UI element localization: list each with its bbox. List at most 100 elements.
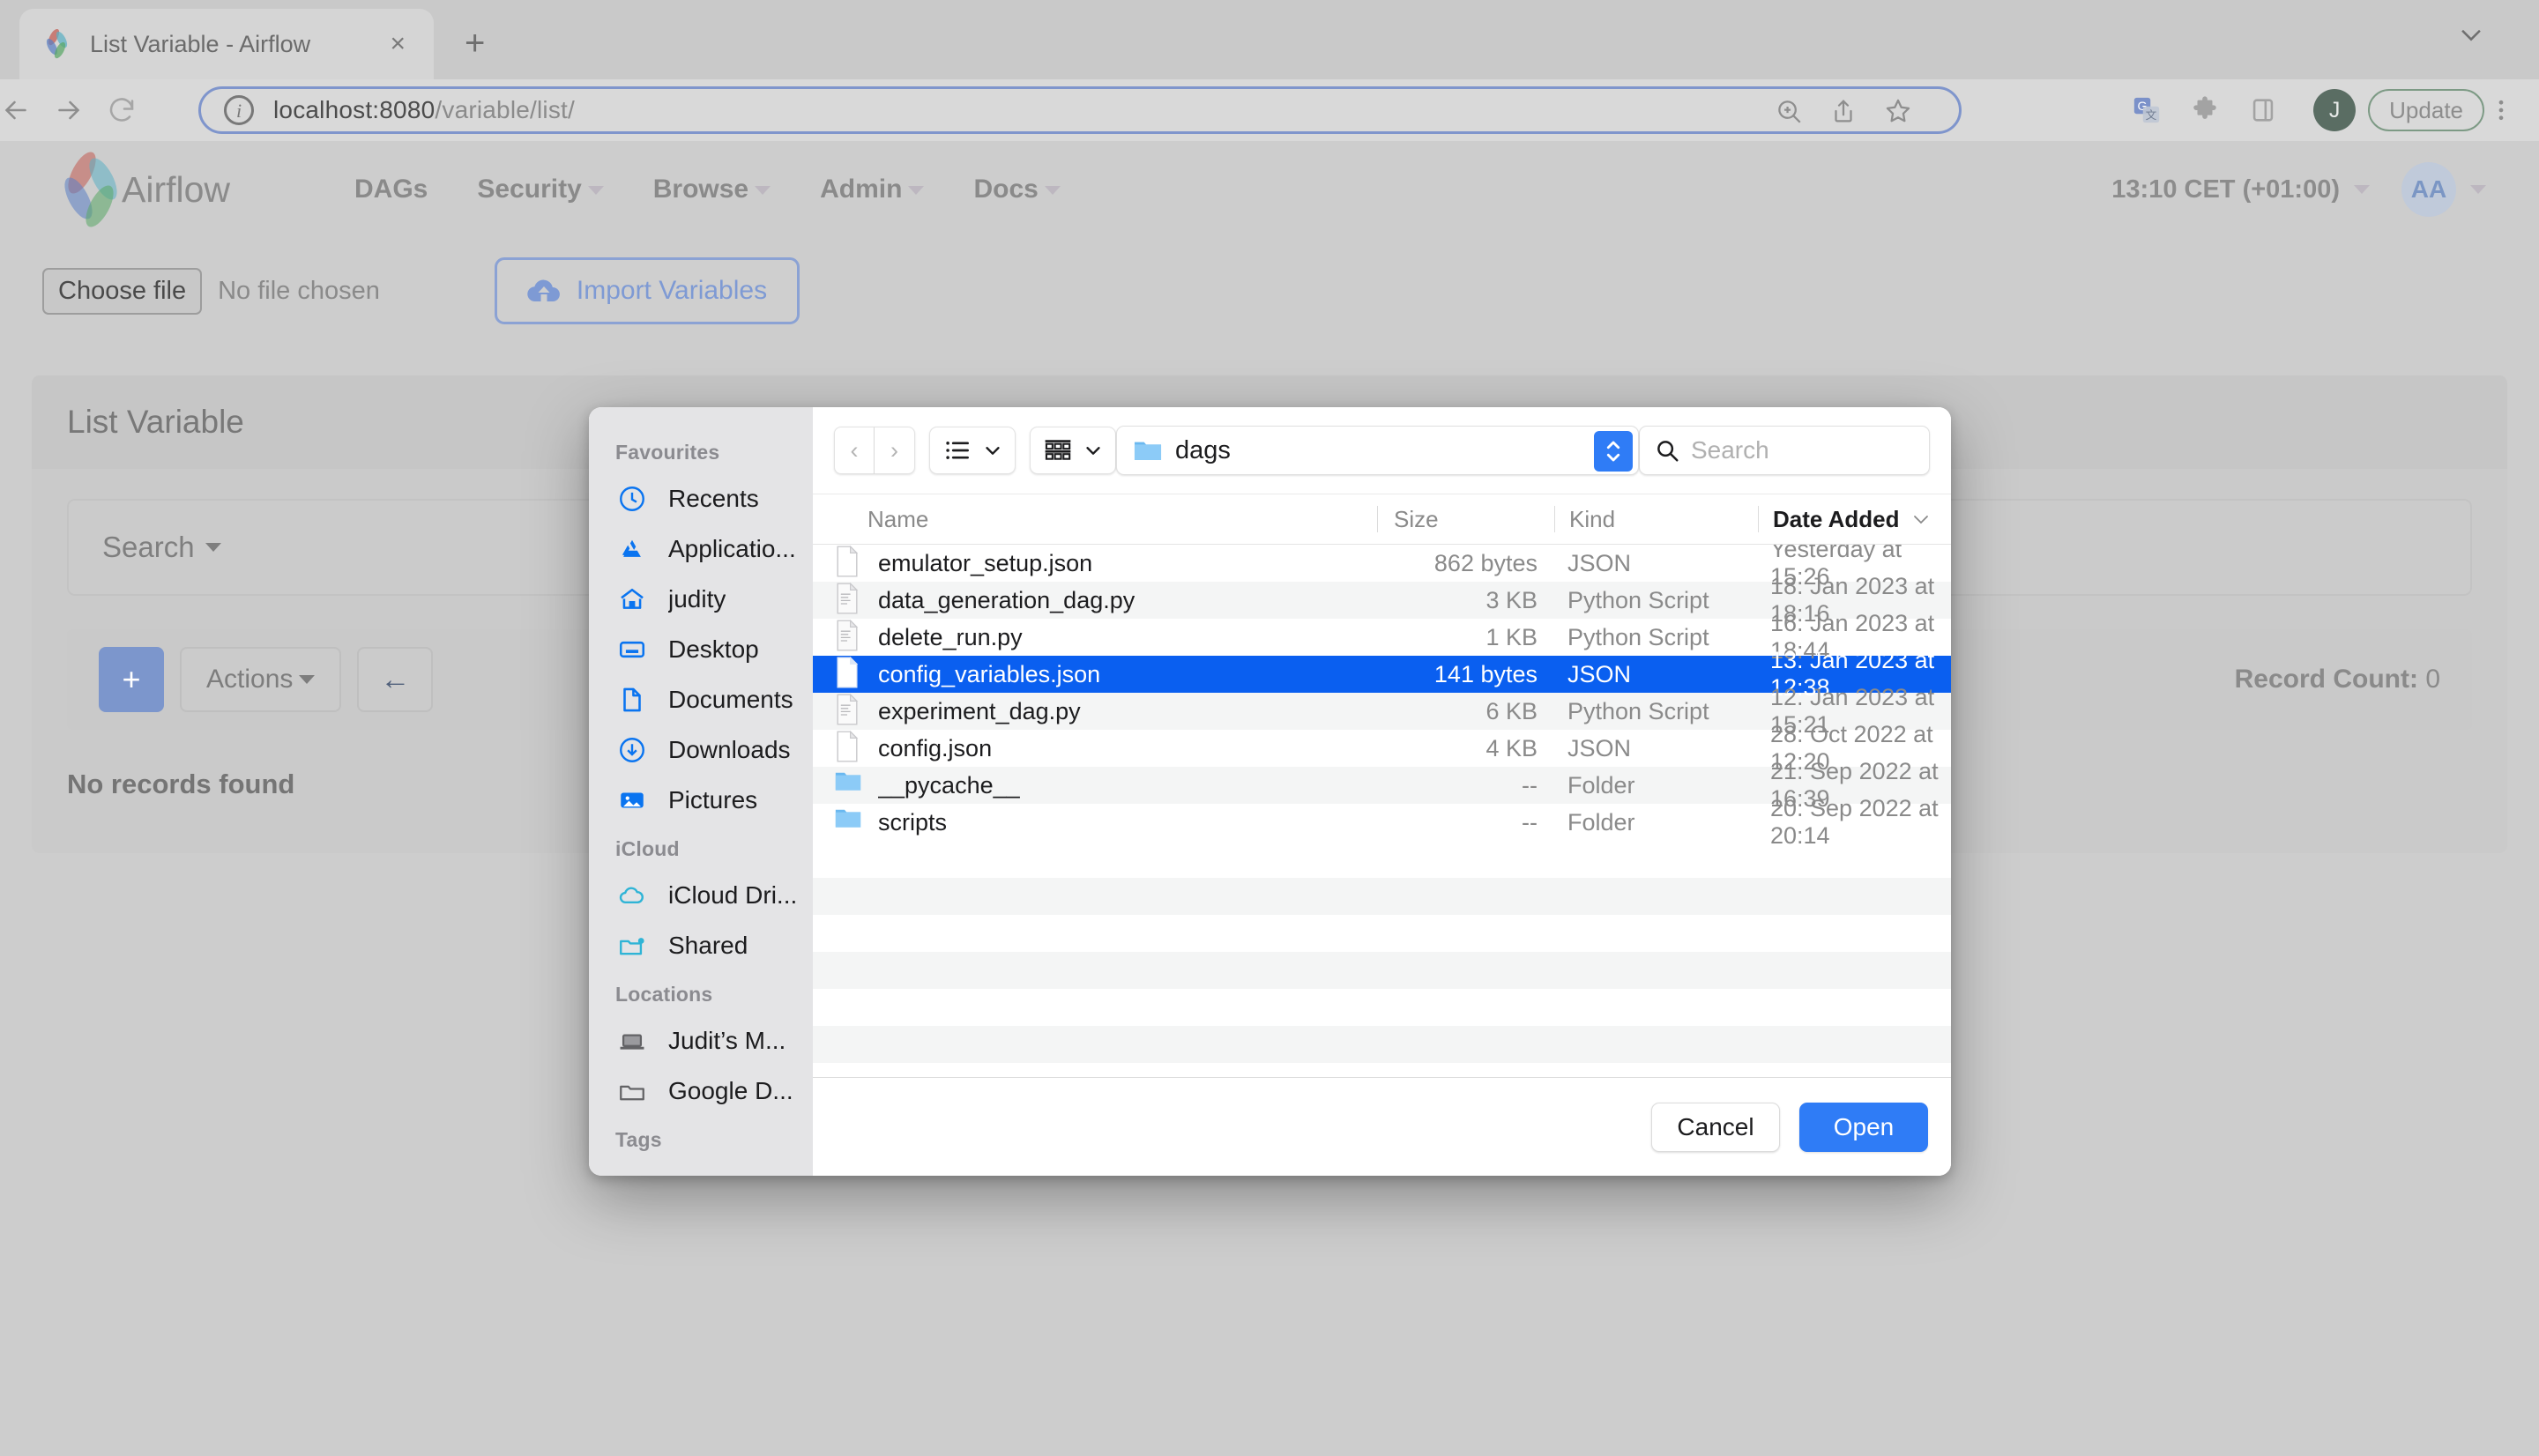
airflow-pinwheel-icon <box>53 152 130 227</box>
nav-item-admin[interactable]: Admin <box>795 175 949 204</box>
sidebar-item-applications[interactable]: Applicatio... <box>589 524 813 574</box>
cancel-button[interactable]: Cancel <box>1651 1102 1780 1152</box>
side-panel-icon[interactable] <box>2248 95 2303 125</box>
empty-row <box>813 989 1951 1026</box>
empty-row <box>813 915 1951 952</box>
address-bar[interactable]: i localhost:8080/variable/list/ <box>198 86 1962 134</box>
sidebar-item-downloads[interactable]: Downloads <box>589 724 813 775</box>
nav-item-browse[interactable]: Browse <box>629 175 795 204</box>
nav-item-docs[interactable]: Docs <box>949 175 1084 204</box>
file-dialog-main: ‹ › dags Search Name Size Kind Date Adde… <box>813 407 1951 1176</box>
column-header-size[interactable]: Size <box>1378 506 1554 533</box>
sidebar-group-icloud: iCloud <box>615 837 680 860</box>
sidebar-item-shared[interactable]: Shared <box>589 920 813 970</box>
import-variables-bar: Choose file No file chosen Import Variab… <box>0 238 2539 344</box>
chevron-down-icon <box>983 441 1002 460</box>
close-icon[interactable]: × <box>384 31 411 57</box>
laptop-icon <box>617 1026 654 1056</box>
open-button[interactable]: Open <box>1799 1102 1928 1152</box>
browser-tab[interactable]: List Variable - Airflow × <box>19 9 434 79</box>
json-file-icon <box>834 731 866 766</box>
browser-menu-icon[interactable] <box>2488 97 2523 123</box>
file-dialog-footer: Cancel Open <box>813 1077 1951 1176</box>
import-variables-button[interactable]: Import Variables <box>494 257 800 324</box>
sidebar-group-favourites: Favourites <box>615 441 720 464</box>
cloud-icon <box>617 880 654 910</box>
chevron-down-icon <box>1044 186 1061 196</box>
sidebar-item-recents[interactable]: Recents <box>589 473 813 524</box>
list-view-icon <box>942 437 972 464</box>
chevron-down-icon[interactable] <box>2354 185 2370 194</box>
grid-view-icon <box>1043 437 1073 464</box>
reload-icon[interactable] <box>106 94 159 126</box>
shared-folder-icon <box>617 931 654 961</box>
bookmark-star-icon[interactable] <box>1883 96 1938 126</box>
sidebar-item-judity[interactable]: judity <box>589 574 813 624</box>
nav-item-dags[interactable]: DAGs <box>330 175 452 204</box>
chevron-down-icon[interactable] <box>2470 185 2486 194</box>
search-input[interactable] <box>1690 436 1915 464</box>
url-text: localhost:8080/variable/list/ <box>273 96 576 123</box>
airflow-logo[interactable]: Airflow <box>53 152 317 227</box>
current-folder-popup[interactable]: dags <box>1116 426 1639 475</box>
browser-toolbar: i localhost:8080/variable/list/ G文 J Upd… <box>0 79 2539 141</box>
new-tab-button[interactable]: + <box>465 21 485 65</box>
file-search-field[interactable] <box>1638 426 1930 475</box>
airflow-nav-links: DAGs Security Browse Admin Docs <box>330 175 1085 204</box>
sidebar-item-documents[interactable]: Documents <box>589 674 813 724</box>
file-list[interactable]: emulator_setup.json 862 bytes JSON Yeste… <box>813 545 1951 1077</box>
dialog-back-button[interactable]: ‹ <box>834 427 875 474</box>
choose-file-button[interactable]: Choose file <box>42 267 203 315</box>
update-button[interactable]: Update <box>2368 89 2484 131</box>
airflow-navbar-right: 13:10 CET (+01:00) AA <box>2111 141 2486 238</box>
airflow-navbar: Airflow DAGs Security Browse Admin Docs … <box>0 141 2539 238</box>
user-avatar[interactable]: AA <box>2401 162 2456 217</box>
chevron-down-icon <box>755 186 771 196</box>
list-view-button[interactable] <box>929 427 1016 474</box>
file-name-label: No file chosen <box>218 276 380 305</box>
actions-dropdown-button[interactable]: Actions <box>180 647 342 712</box>
stepper-icon[interactable] <box>1593 431 1633 472</box>
empty-row <box>813 952 1951 989</box>
translate-icon[interactable]: G文 <box>2132 95 2186 125</box>
profile-avatar[interactable]: J <box>2313 89 2357 131</box>
record-count: Record Count: 0 <box>2234 665 2440 694</box>
back-button[interactable]: ← <box>357 647 434 712</box>
folder-icon <box>834 768 866 803</box>
extensions-puzzle-icon[interactable] <box>2190 95 2245 125</box>
empty-row <box>813 1063 1951 1077</box>
python-file-icon <box>834 583 866 618</box>
folder-icon <box>834 805 866 840</box>
chevron-down-icon <box>205 543 221 552</box>
pictures-icon <box>617 785 654 815</box>
sidebar-item-desktop[interactable]: Desktop <box>589 624 813 674</box>
back-icon[interactable] <box>0 94 53 126</box>
table-row[interactable]: scripts -- Folder 20. Sep 2022 at 20:14 <box>813 795 1951 849</box>
json-file-icon <box>834 546 866 581</box>
sidebar-item-google-drive[interactable]: Google D... <box>589 1066 813 1116</box>
airflow-brand-text: Airflow <box>122 168 231 210</box>
dialog-forward-button[interactable]: › <box>875 427 915 474</box>
svg-text:文: 文 <box>2146 108 2157 122</box>
column-header-name[interactable]: Name <box>813 506 1377 533</box>
sidebar-group-locations: Locations <box>615 983 713 1006</box>
add-variable-button[interactable]: + <box>99 647 164 712</box>
sidebar-item-pictures[interactable]: Pictures <box>589 775 813 825</box>
zoom-icon[interactable] <box>1774 96 1828 126</box>
clock-icon <box>617 484 654 514</box>
share-icon[interactable] <box>1828 96 1883 126</box>
sidebar-item-icloud-drive[interactable]: iCloud Dri... <box>589 870 813 920</box>
timezone-label[interactable]: 13:10 CET (+01:00) <box>2111 175 2340 204</box>
column-header-date-added[interactable]: Date Added <box>1759 506 1951 533</box>
site-info-icon[interactable]: i <box>224 95 254 125</box>
sidebar-item-judits-mac[interactable]: Judit’s M... <box>589 1015 813 1066</box>
sort-chevron-down-icon <box>1910 509 1932 530</box>
group-view-button[interactable] <box>1030 427 1116 474</box>
column-header-kind[interactable]: Kind <box>1555 506 1758 533</box>
python-file-icon <box>834 694 866 729</box>
file-open-dialog: Favourites Recents Applicatio... judity … <box>589 407 1951 1176</box>
download-icon <box>617 735 654 765</box>
forward-icon[interactable] <box>53 94 106 126</box>
chevron-down-icon[interactable] <box>2456 19 2486 49</box>
nav-item-security[interactable]: Security <box>452 175 628 204</box>
